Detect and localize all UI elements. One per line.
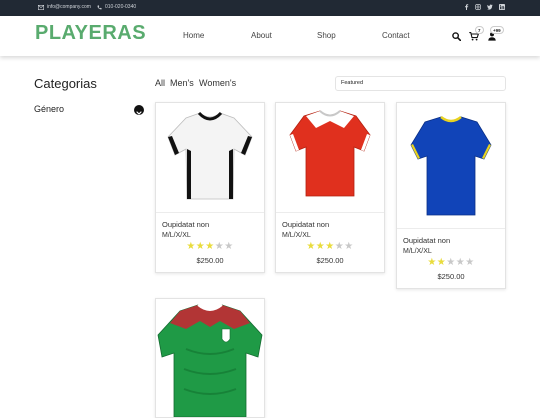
star-filled-icon: ★ <box>325 241 335 252</box>
nav-home[interactable]: Home <box>183 31 204 40</box>
cart-count-badge: 7 <box>475 26 484 34</box>
star-filled-icon: ★ <box>436 257 447 268</box>
rating-stars: ★★★★★ <box>276 241 384 252</box>
product-image[interactable] <box>156 103 264 213</box>
search-icon[interactable] <box>452 32 461 41</box>
star-filled-icon: ★ <box>205 241 215 252</box>
product-image[interactable] <box>397 103 505 229</box>
star-empty-icon: ★ <box>334 241 345 252</box>
product-name[interactable]: Oupidatat non <box>162 220 209 229</box>
chevron-down-icon[interactable] <box>134 105 144 115</box>
filter-mens[interactable]: Men's <box>170 78 194 88</box>
main-navbar: PLAYERAS Home About Shop Contact 7 +99 <box>0 16 540 56</box>
brand-logo[interactable]: PLAYERAS <box>35 22 146 45</box>
sort-select[interactable]: Featured <box>335 76 506 91</box>
product-price: $250.00 <box>196 256 224 265</box>
facebook-icon[interactable] <box>464 4 469 10</box>
product-price: $250.00 <box>316 256 344 265</box>
product-card[interactable] <box>155 298 265 418</box>
star-filled-icon: ★ <box>195 241 206 252</box>
sidebar-title: Categorias <box>34 76 97 91</box>
product-card[interactable]: Oupidatat non M/L/X/XL ★★★★★ $250.00 <box>155 102 265 273</box>
twitter-icon[interactable] <box>487 4 493 10</box>
instagram-icon[interactable] <box>475 4 481 10</box>
email-text: info@company.com <box>47 4 91 10</box>
star-filled-icon: ★ <box>186 241 196 252</box>
product-card[interactable]: Oupidatat non M/L/X/XL ★★★★★ $250.00 <box>396 102 506 289</box>
product-card[interactable]: Oupidatat non M/L/X/XL ★★★★★ $250.00 <box>275 102 385 273</box>
phone-contact[interactable]: 010-020-0340 <box>97 4 136 10</box>
product-name[interactable]: Oupidatat non <box>282 220 329 229</box>
product-price: $250.00 <box>437 272 465 281</box>
product-sizes: M/L/X/XL <box>162 232 191 239</box>
phone-icon <box>97 4 102 9</box>
top-info-bar: info@company.com 010-020-0340 <box>0 0 540 16</box>
user-count-badge: +99 <box>490 26 504 34</box>
product-sizes: M/L/X/XL <box>403 248 432 255</box>
star-empty-icon: ★ <box>465 257 475 268</box>
star-filled-icon: ★ <box>427 257 437 268</box>
star-filled-icon: ★ <box>306 241 316 252</box>
linkedin-icon[interactable] <box>499 4 505 10</box>
product-name[interactable]: Oupidatat non <box>403 236 450 245</box>
nav-contact[interactable]: Contact <box>382 31 410 40</box>
email-contact[interactable]: info@company.com <box>38 4 91 10</box>
star-empty-icon: ★ <box>224 241 234 252</box>
star-empty-icon: ★ <box>446 257 456 268</box>
product-image[interactable] <box>156 299 264 417</box>
star-filled-icon: ★ <box>315 241 326 252</box>
star-empty-icon: ★ <box>214 241 225 252</box>
star-empty-icon: ★ <box>344 241 354 252</box>
filter-womens[interactable]: Women's <box>199 78 236 88</box>
social-links <box>464 4 505 10</box>
product-sizes: M/L/X/XL <box>282 232 311 239</box>
sidebar-item-genero[interactable]: Género <box>34 104 64 114</box>
nav-shop[interactable]: Shop <box>317 31 336 40</box>
envelope-icon <box>38 4 44 10</box>
phone-text: 010-020-0340 <box>105 4 137 10</box>
rating-stars: ★★★★★ <box>156 241 264 252</box>
rating-stars: ★★★★★ <box>397 257 505 268</box>
filter-all[interactable]: All <box>155 78 165 88</box>
product-image[interactable] <box>276 103 384 213</box>
star-empty-icon: ★ <box>455 257 466 268</box>
nav-about[interactable]: About <box>251 31 272 40</box>
